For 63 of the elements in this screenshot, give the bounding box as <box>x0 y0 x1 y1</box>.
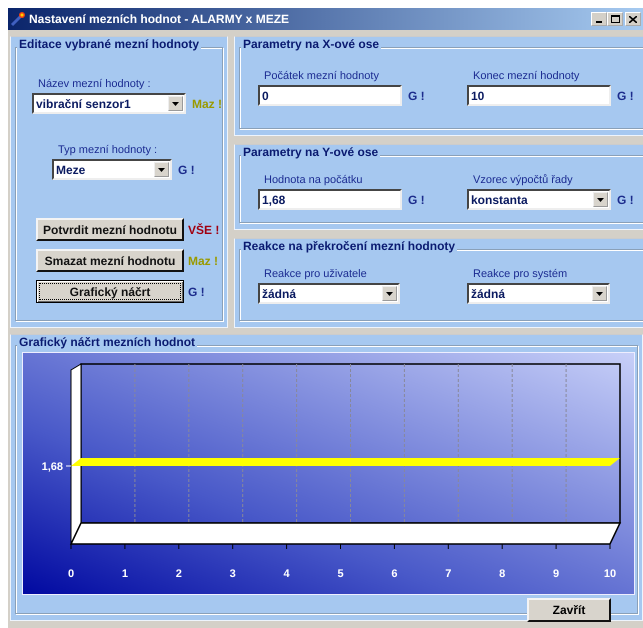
group-title: Reakce na překročení mezní hodnoty <box>241 239 458 253</box>
tick-label: 6 <box>391 568 398 580</box>
dropdown-button[interactable] <box>593 192 608 207</box>
tick-label: 2 <box>176 568 182 580</box>
warning-tag: G ! <box>408 192 425 206</box>
dropdown[interactable]: žádná <box>467 283 610 304</box>
warning-tag: G ! <box>408 88 425 102</box>
field-label: Vzorec výpočtů řady <box>472 174 574 186</box>
input-field[interactable]: 0 <box>258 85 402 106</box>
field-label: Název mezní hodnoty : <box>37 78 152 90</box>
warning-tag: G ! <box>178 162 195 176</box>
field-label: Hodnota na počátku <box>263 174 364 186</box>
tick-label: 8 <box>499 568 506 580</box>
tick-label: 3 <box>230 568 236 580</box>
field-label: Reakce pro uživatele <box>263 268 368 280</box>
tick-label: 4 <box>284 568 290 580</box>
warning-tag: G ! <box>617 192 634 206</box>
caret-icon <box>172 102 179 106</box>
warning-tag: G ! <box>617 88 634 102</box>
field-label: Reakce pro systém <box>472 268 568 280</box>
warning-tag: G ! <box>188 284 205 298</box>
tick-label: 10 <box>604 568 616 580</box>
dropdown[interactable]: konstanta <box>467 189 611 210</box>
dropdown-button[interactable] <box>154 162 169 177</box>
field-label: Konec mezní hodnoty <box>472 70 580 82</box>
tick-label: 7 <box>445 568 452 580</box>
dropdown-button[interactable] <box>592 286 607 301</box>
window-title: Nastavení mezních hodnot - ALARMY x MEZE <box>29 12 290 26</box>
warning-tag: Maz ! <box>192 96 222 110</box>
group-title: Parametry na Y-ové ose <box>241 145 380 159</box>
group-title: Editace vybrané mezní hodnoty <box>17 37 202 51</box>
warning-tag: VŠE ! <box>188 222 220 236</box>
warning-tag: Maz ! <box>188 254 218 268</box>
close-icon <box>629 16 637 22</box>
torch-icon <box>10 11 26 27</box>
dropdown-button[interactable] <box>382 286 397 301</box>
group-title: Grafický náčrt mezních hodnot <box>17 335 198 349</box>
tick-label: 0 <box>68 568 74 580</box>
action-button[interactable]: Potvrdit mezní hodnotu <box>36 218 184 241</box>
input-field[interactable]: 10 <box>467 85 611 106</box>
tick-label: 1 <box>122 568 128 580</box>
field-label: Typ mezní hodnoty : <box>57 144 158 156</box>
group-title: Parametry na X-ové ose <box>241 37 382 51</box>
maximize-icon <box>610 15 620 23</box>
close-button[interactable]: Zavřít <box>527 598 611 622</box>
tick-label: 5 <box>337 568 344 580</box>
dropdown[interactable]: žádná <box>258 283 400 304</box>
caret-icon <box>596 292 603 296</box>
caret-icon <box>597 198 604 202</box>
dropdown[interactable]: Meze <box>52 159 172 180</box>
close-button[interactable] <box>625 12 641 26</box>
dropdown-button[interactable] <box>168 96 183 111</box>
dropdown[interactable]: vibrační senzor1 <box>32 93 186 114</box>
maximize-button[interactable] <box>607 12 623 26</box>
caret-icon <box>158 168 165 172</box>
field-label: Počátek mezní hodnoty <box>263 70 380 82</box>
tick-label: 9 <box>553 568 560 580</box>
minimize-button[interactable] <box>591 12 607 26</box>
action-button[interactable]: Grafický náčrt <box>36 280 184 303</box>
input-field[interactable]: 1,68 <box>258 189 402 210</box>
value-label: 1,68 <box>42 461 63 473</box>
caret-icon <box>386 292 393 296</box>
action-button[interactable]: Smazat mezní hodnotu <box>36 249 184 272</box>
